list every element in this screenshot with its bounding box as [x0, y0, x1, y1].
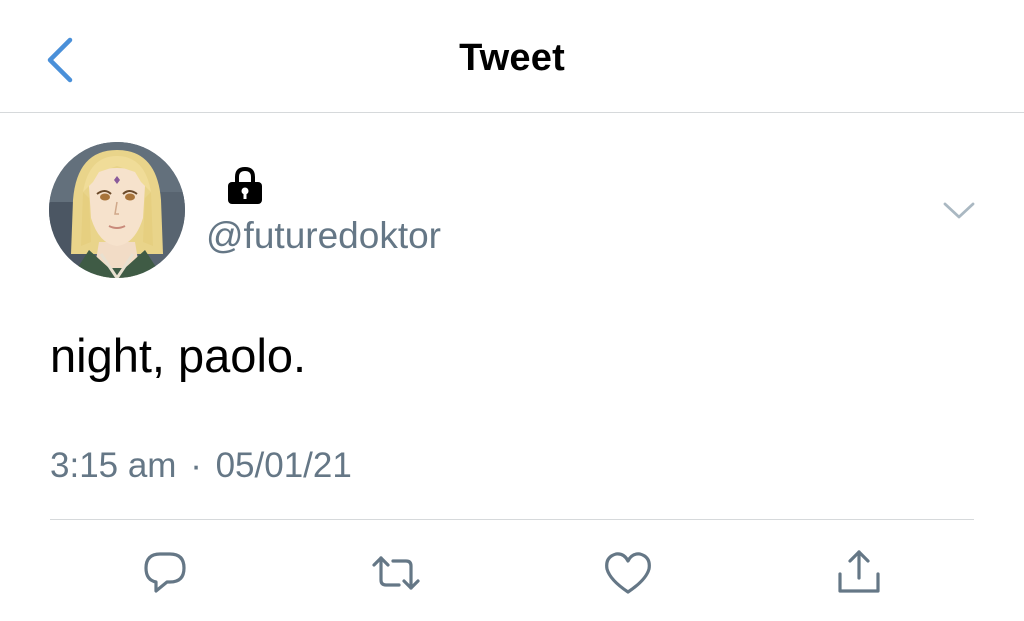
avatar[interactable]: [49, 142, 185, 278]
tweet-options-button[interactable]: [940, 196, 978, 224]
divider: [50, 519, 974, 520]
page-title: Tweet: [459, 37, 565, 79]
navigation-bar: Tweet: [0, 0, 1024, 113]
tweet-timestamp: 3:15 am · 05/01/21: [50, 444, 352, 488]
heart-icon: [605, 552, 651, 594]
meta-separator: ·: [190, 446, 202, 485]
retweet-button[interactable]: [371, 548, 421, 598]
like-button[interactable]: [603, 548, 653, 598]
chevron-down-icon: [943, 202, 975, 219]
reply-button[interactable]: [140, 548, 190, 598]
user-handle[interactable]: @futuredoktor: [206, 214, 441, 258]
share-icon: [838, 550, 880, 593]
reply-icon: [144, 552, 186, 593]
lock-icon: [228, 166, 262, 204]
tweet-time: 3:15 am: [50, 446, 177, 485]
retweet-icon: [372, 556, 420, 590]
share-button[interactable]: [834, 548, 884, 598]
tweet-date: 05/01/21: [215, 446, 352, 485]
tweet-text: night, paolo.: [50, 329, 307, 382]
